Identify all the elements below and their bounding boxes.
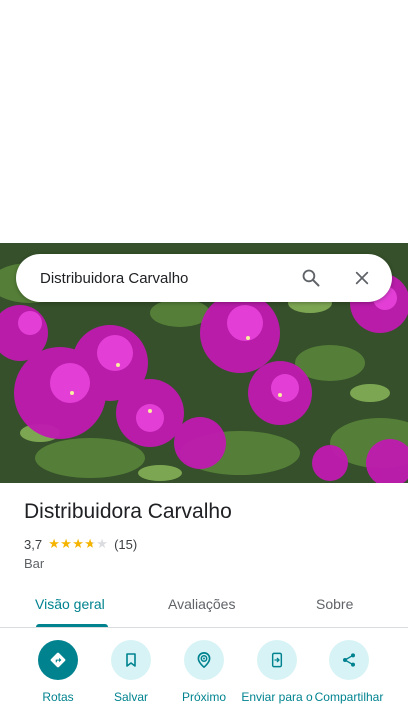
place-title: Distribuidora Carvalho xyxy=(24,500,232,523)
directions-label: Rotas xyxy=(42,690,74,704)
share-label: Compartilhar xyxy=(314,690,384,704)
directions-icon xyxy=(50,652,66,668)
bookmark-icon xyxy=(126,653,136,667)
map-area-blank xyxy=(0,0,408,243)
search-bar[interactable]: Distribuidora Carvalho xyxy=(16,254,392,302)
share-icon xyxy=(343,653,355,667)
send-to-phone-icon xyxy=(271,652,283,668)
nearby-button-circle[interactable] xyxy=(184,640,224,680)
send-to-phone-label: Enviar para o xyxy=(241,690,313,704)
search-icon[interactable] xyxy=(299,266,323,290)
rating-stars: ★ ★ ★ ★ ★ xyxy=(48,536,108,552)
directions-button[interactable]: Rotas xyxy=(22,640,94,704)
save-label: Salvar xyxy=(113,690,148,704)
tab-reviews[interactable]: Avaliações xyxy=(168,596,235,612)
star-icon: ★ xyxy=(96,536,108,551)
star-icon: ★ xyxy=(60,536,72,551)
place-category: Bar xyxy=(24,556,45,571)
directions-button-circle[interactable] xyxy=(38,640,78,680)
active-tab-indicator xyxy=(36,624,108,627)
star-icon: ★ xyxy=(72,536,84,551)
share-button-circle[interactable] xyxy=(329,640,369,680)
tab-overview[interactable]: Visão geral xyxy=(35,596,105,612)
save-button-circle[interactable] xyxy=(111,640,151,680)
close-icon[interactable] xyxy=(350,266,374,290)
share-button[interactable]: Compartilhar xyxy=(313,640,385,704)
star-icon: ★ xyxy=(84,536,96,551)
tab-bar: Visão geral Avaliações Sobre xyxy=(0,584,408,628)
maps-place-screen: Distribuidora Carvalho Distribuidora Car… xyxy=(0,0,408,726)
star-icon: ★ xyxy=(48,536,60,551)
rating-row[interactable]: 3,7 ★ ★ ★ ★ ★ (15) xyxy=(24,536,137,552)
rating-value: 3,7 xyxy=(24,536,43,552)
tab-about[interactable]: Sobre xyxy=(316,596,353,612)
nearby-icon xyxy=(197,652,211,669)
action-buttons: Rotas Salvar Próximo Enviar para o Compa… xyxy=(0,640,408,726)
send-to-phone-button-circle[interactable] xyxy=(257,640,297,680)
send-to-phone-button[interactable]: Enviar para o xyxy=(241,640,313,704)
review-count: (15) xyxy=(114,536,138,552)
nearby-label: Próximo xyxy=(181,690,226,704)
save-button[interactable]: Salvar xyxy=(95,640,167,704)
search-input[interactable]: Distribuidora Carvalho xyxy=(40,270,299,287)
nearby-button[interactable]: Próximo xyxy=(168,640,240,704)
